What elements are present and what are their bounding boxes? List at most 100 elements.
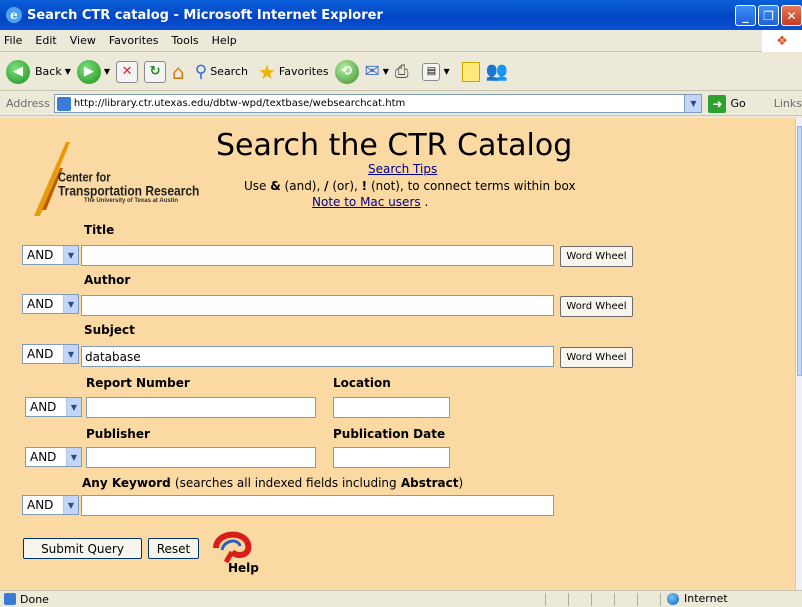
menu-help[interactable]: Help	[212, 34, 237, 47]
ie-logo-icon: e	[6, 7, 22, 23]
security-zone: Internet	[667, 592, 728, 605]
publication-date-label: Publication Date	[333, 427, 446, 441]
refresh-icon: ↻	[144, 60, 167, 83]
refresh-button[interactable]: ↻	[144, 60, 167, 83]
keyword-label: Any Keyword (searches all indexed fields…	[82, 476, 464, 490]
title-operator-select[interactable]: AND ▼	[22, 245, 79, 265]
menu-favorites[interactable]: Favorites	[109, 34, 159, 47]
discuss-button[interactable]	[461, 61, 480, 82]
close-button[interactable]: ✕	[781, 5, 802, 26]
minimize-button[interactable]: _	[735, 5, 756, 26]
print-button[interactable]: ⎙	[395, 62, 409, 82]
chevron-down-icon[interactable]: ▼	[65, 67, 71, 76]
vertical-scrollbar[interactable]	[795, 118, 802, 590]
search-button[interactable]: ⚲ Search	[195, 62, 248, 82]
address-label: Address	[6, 97, 50, 110]
links-button[interactable]: Links	[774, 97, 802, 110]
subject-input[interactable]: database	[81, 346, 554, 367]
publication-date-input[interactable]	[333, 447, 450, 468]
submit-query-button[interactable]: Submit Query	[23, 538, 142, 559]
back-button[interactable]: ◀ Back ▼	[6, 59, 71, 84]
chevron-down-icon: ▼	[63, 295, 78, 313]
subject-label: Subject	[84, 323, 135, 337]
report-operator-select[interactable]: AND ▼	[25, 397, 82, 417]
title-word-wheel-button[interactable]: Word Wheel	[560, 246, 633, 267]
mac-note: Note to Mac users .	[312, 195, 429, 209]
menu-view[interactable]: View	[70, 34, 96, 47]
author-word-wheel-button[interactable]: Word Wheel	[560, 296, 633, 317]
search-icon: ⚲	[194, 61, 208, 82]
publisher-input[interactable]	[86, 447, 316, 468]
title-label: Title	[84, 223, 115, 237]
operator-instructions: Use & (and), / (or), ! (not), to connect…	[244, 179, 576, 193]
globe-icon	[667, 592, 679, 605]
author-label: Author	[84, 273, 131, 287]
window-controls: _ ❐ ✕	[735, 5, 802, 26]
back-arrow-icon: ◀	[6, 59, 30, 84]
help-label: Help	[228, 561, 259, 575]
chevron-down-icon[interactable]: ▼	[383, 67, 389, 76]
forward-button[interactable]: ▶ ▼	[76, 59, 110, 84]
home-icon: ⌂	[172, 59, 185, 84]
page-content: Center for Transportation Research The U…	[0, 118, 795, 590]
chevron-down-icon[interactable]: ▼	[684, 95, 702, 112]
page-icon	[56, 96, 71, 111]
scrollbar-thumb[interactable]	[797, 126, 802, 376]
reset-button[interactable]: Reset	[148, 538, 199, 559]
windows-flag-icon: ❖	[762, 30, 802, 52]
messenger-button[interactable]: 👥	[486, 61, 508, 82]
window-title-bar: e Search CTR catalog - Microsoft Interne…	[0, 0, 802, 30]
menu-bar: File Edit View Favorites Tools Help	[0, 30, 802, 52]
history-icon: ⟲	[334, 59, 359, 84]
menu-edit[interactable]: Edit	[35, 34, 56, 47]
report-number-label: Report Number	[86, 376, 190, 390]
ctr-logo: Center for Transportation Research The U…	[30, 138, 210, 218]
logo-line-3: The University of Texas at Austin	[84, 198, 179, 204]
favorites-button[interactable]: ★ Favorites	[258, 60, 329, 84]
mac-users-link[interactable]: Note to Mac users	[312, 195, 421, 209]
keyword-input[interactable]	[81, 495, 554, 516]
status-bar: Done Internet	[0, 590, 802, 607]
author-input[interactable]	[81, 295, 554, 316]
forward-arrow-icon: ▶	[76, 59, 101, 84]
chevron-down-icon[interactable]: ▼	[443, 67, 449, 76]
home-button[interactable]: ⌂	[172, 60, 185, 84]
history-button[interactable]: ⟲	[334, 59, 359, 84]
subject-operator-select[interactable]: AND ▼	[22, 344, 79, 364]
menu-file[interactable]: File	[4, 34, 22, 47]
chevron-down-icon: ▼	[66, 398, 81, 416]
page-title: Search the CTR Catalog	[216, 128, 573, 163]
edit-page-icon: ▤	[422, 62, 441, 81]
mail-button[interactable]: ✉ ▼	[365, 61, 389, 82]
chevron-down-icon: ▼	[66, 448, 81, 466]
report-number-input[interactable]	[86, 397, 316, 418]
location-label: Location	[333, 376, 391, 390]
menu-tools[interactable]: Tools	[172, 34, 199, 47]
window-title: Search CTR catalog - Microsoft Internet …	[27, 7, 383, 23]
chevron-down-icon: ▼	[63, 496, 78, 514]
publisher-operator-select[interactable]: AND ▼	[25, 447, 82, 467]
subject-word-wheel-button[interactable]: Word Wheel	[560, 347, 633, 368]
chevron-down-icon[interactable]: ▼	[104, 67, 110, 76]
star-icon: ★	[257, 59, 276, 84]
chevron-down-icon: ▼	[63, 345, 78, 363]
keyword-operator-select[interactable]: AND ▼	[22, 495, 79, 515]
help-button[interactable]: Help	[208, 528, 259, 583]
go-button[interactable]: ➜ Go	[708, 94, 746, 113]
stop-icon: ✕	[116, 60, 139, 83]
author-operator-select[interactable]: AND ▼	[22, 294, 79, 314]
edit-button[interactable]: ▤ ▼	[422, 62, 450, 81]
messenger-icon: 👥	[485, 61, 509, 82]
location-input[interactable]	[333, 397, 450, 418]
search-tips-link[interactable]: Search Tips	[368, 162, 437, 176]
publisher-label: Publisher	[86, 427, 150, 441]
maximize-button[interactable]: ❐	[758, 5, 779, 26]
status-text: Done	[20, 592, 49, 606]
address-bar: Address http://library.ctr.utexas.edu/db…	[0, 92, 802, 116]
title-input[interactable]	[81, 245, 554, 266]
address-input[interactable]: http://library.ctr.utexas.edu/dbtw-wpd/t…	[53, 94, 703, 113]
stop-button[interactable]: ✕	[116, 60, 139, 83]
page-done-icon	[4, 593, 16, 605]
toolbar: ◀ Back ▼ ▶ ▼ ✕ ↻ ⌂ ⚲ Search ★ Favorites …	[0, 53, 802, 91]
mail-icon: ✉	[364, 61, 380, 82]
